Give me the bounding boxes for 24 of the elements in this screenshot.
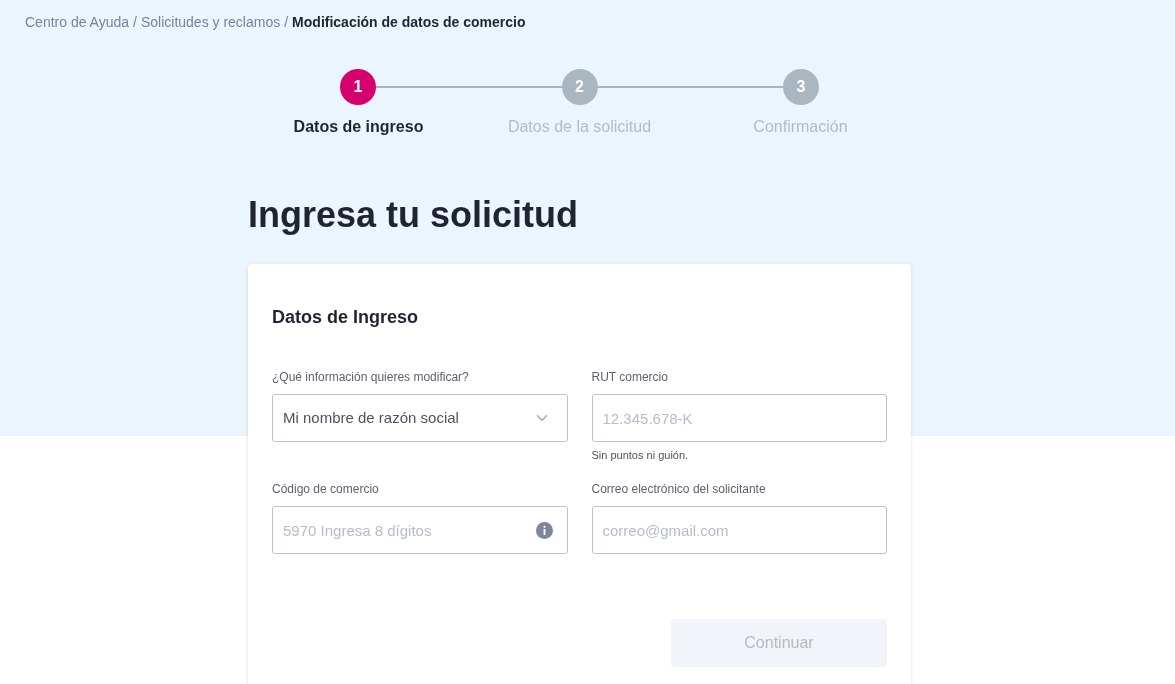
input-field[interactable]: 5970 Ingresa 8 dígitos (272, 506, 568, 554)
breadcrumb-link[interactable]: Centro de Ayuda (25, 12, 130, 33)
info-icon[interactable] (535, 521, 553, 539)
input-field[interactable]: correo@gmail.com (591, 506, 887, 554)
field-label: Código de comercio (272, 481, 380, 498)
card-title: Datos de Ingreso (272, 306, 420, 329)
step-label: Datos de ingreso (293, 117, 424, 137)
select-value: Mi nombre de razón social (283, 407, 459, 428)
step-number: 1 (340, 69, 376, 105)
step-number: 2 (561, 69, 598, 105)
step-number: 3 (783, 69, 819, 105)
step-label: Confirmación (753, 117, 848, 137)
field-label: Correo electrónico del solicitante (591, 481, 767, 498)
field-label: RUT comercio (591, 369, 669, 386)
breadcrumb-separator: / (284, 13, 289, 32)
input-field[interactable]: 12.345.678-K (591, 394, 887, 442)
step-label: Datos de la solicitud (507, 117, 652, 137)
breadcrumb-current: Modificación de datos de comercio (292, 13, 526, 32)
field-label: ¿Qué información quieres modificar? (272, 369, 470, 386)
breadcrumb-separator: / (133, 13, 137, 32)
field-hint: Sin puntos ni guión. (591, 448, 690, 463)
page-title: Ingresa tu solicitud (248, 193, 580, 237)
breadcrumb-link[interactable]: Solicitudes y reclamos (140, 12, 281, 33)
select-field[interactable]: Mi nombre de razón social (272, 394, 568, 442)
